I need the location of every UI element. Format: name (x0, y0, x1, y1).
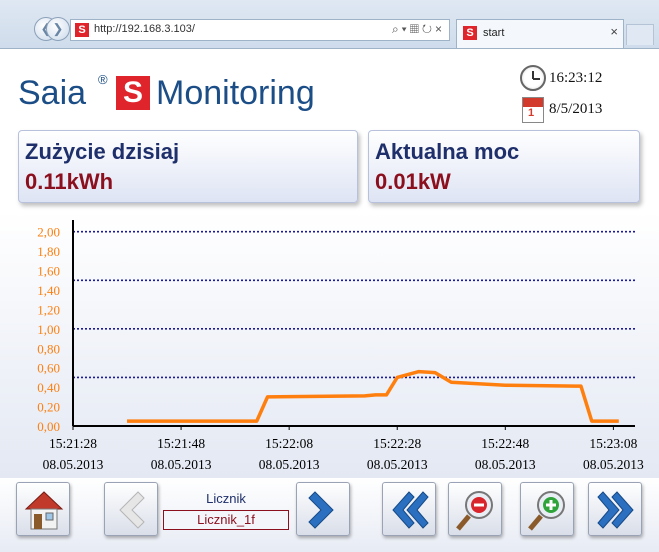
new-tab-button[interactable] (626, 24, 654, 45)
x-tick-date-label: 08.05.2013 (367, 457, 428, 472)
x-tick-time-label: 15:22:08 (265, 436, 313, 451)
tab-title: start (483, 27, 505, 39)
current-power-value: 0.01kW (375, 169, 451, 194)
double-chevron-left-icon (392, 491, 429, 529)
next-button[interactable] (296, 482, 350, 536)
energy-today-panel: Zużycie dzisiaj 0.11kWh (18, 130, 358, 203)
y-tick-label: 2,00 (37, 225, 60, 240)
y-tick-label: 0,60 (37, 361, 60, 376)
x-tick-date-label: 08.05.2013 (475, 457, 536, 472)
x-tick-date-label: 08.05.2013 (43, 457, 104, 472)
power-line-chart: 2,00 1,80 1,60 1,40 1,20 1,00 0,80 0,60 0,40 0,20… (37, 220, 644, 472)
logo-monitoring-text: Monitoring (156, 74, 315, 112)
calendar-icon: 1 (522, 97, 544, 123)
bottom-controls: Licznik Licznik_1f (0, 478, 659, 552)
compat-icon[interactable]: ▦ (410, 22, 422, 36)
y-tick-label: 1,00 (37, 322, 60, 337)
x-tick-time-label: 15:22:48 (481, 436, 529, 451)
y-tick-label: 1,20 (37, 302, 60, 317)
y-tick-label: 1,80 (37, 244, 60, 259)
close-icon[interactable]: × (435, 22, 445, 36)
current-power-panel: Aktualna moc 0.01kW (368, 130, 640, 203)
logo-s-box: S (116, 76, 150, 110)
y-tick-label: 0,00 (37, 419, 60, 434)
home-button[interactable] (16, 482, 70, 536)
zoom-in-icon (528, 491, 565, 531)
x-tick-time-label: 15:22:28 (373, 436, 421, 451)
refresh-icon[interactable]: ↻ (422, 22, 435, 36)
search-icon[interactable]: ⌕ (392, 22, 402, 36)
zoom-out-icon (456, 491, 493, 531)
x-tick-date-label: 08.05.2013 (583, 457, 644, 472)
previous-button[interactable] (104, 482, 158, 536)
scroll-forward-button[interactable] (588, 482, 642, 536)
y-tick-label: 1,60 (37, 264, 60, 279)
current-date: 8/5/2013 (549, 101, 603, 117)
energy-today-value: 0.11kWh (25, 169, 114, 194)
zoom-out-button[interactable] (448, 482, 502, 536)
chevron-right-icon (308, 491, 334, 529)
y-tick-label: 0,20 (37, 400, 60, 415)
power-series-line (127, 369, 619, 423)
address-controls[interactable]: ⌕▾▦↻× (392, 22, 445, 37)
address-bar[interactable]: S http://192.168.3.103/ ⌕▾▦↻× (70, 19, 450, 41)
tab-close-icon[interactable]: × (610, 24, 618, 39)
y-tick-label: 1,40 (37, 283, 60, 298)
logo-registered-mark: ® (98, 72, 108, 87)
dropdown-icon[interactable]: ▾ (402, 22, 410, 36)
chevron-left-icon (119, 491, 145, 529)
saia-favicon-icon: S (75, 23, 89, 37)
zoom-in-button[interactable] (520, 482, 574, 536)
energy-today-title: Zużycie dzisiaj (25, 139, 180, 164)
double-chevron-right-icon (597, 491, 634, 529)
x-tick-time-label: 15:21:48 (157, 436, 205, 451)
home-icon (24, 491, 64, 530)
saia-favicon-icon: S (463, 26, 477, 40)
current-time: 16:23:12 (549, 70, 603, 86)
browser-toolbar: ❮ ❯ S http://192.168.3.103/ ⌕▾▦↻× S star… (0, 0, 659, 49)
arrow-right-icon: ❯ (52, 21, 64, 36)
scroll-back-button[interactable] (382, 482, 436, 536)
x-tick-date-label: 08.05.2013 (151, 457, 212, 472)
licznik-label: Licznik (206, 491, 246, 506)
y-tick-label: 0,40 (37, 380, 60, 395)
current-power-title: Aktualna moc (375, 139, 520, 164)
address-url[interactable]: http://192.168.3.103/ (94, 23, 195, 35)
logo-saia-text: Saia (18, 74, 87, 112)
clock-icon (520, 65, 546, 91)
licznik-selector[interactable]: Licznik_1f (163, 510, 289, 530)
x-tick-time-label: 15:23:08 (589, 436, 637, 451)
browser-tab-start[interactable]: S start × (456, 19, 624, 48)
x-tick-date-label: 08.05.2013 (259, 457, 320, 472)
chart-area: 2,00 1,80 1,60 1,40 1,20 1,00 0,80 0,60 0,40 0,20… (0, 212, 659, 480)
x-tick-time-label: 15:21:28 (49, 436, 97, 451)
y-tick-label: 0,80 (37, 341, 60, 356)
forward-button[interactable]: ❯ (46, 17, 70, 41)
